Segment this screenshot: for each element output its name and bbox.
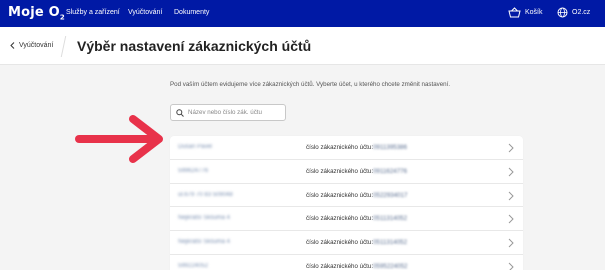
account-number-label: číslo zákaznického účtu:0511314052 <box>306 239 407 246</box>
chevron-right-icon <box>508 143 514 153</box>
search-box[interactable] <box>170 104 286 121</box>
chevron-right-icon <box>508 167 514 177</box>
account-number: 0522934017 <box>373 191 408 199</box>
account-row[interactable]: Nejkratší Skšuma 4 číslo zákaznického úč… <box>170 231 523 255</box>
account-prefix: číslo zákaznického účtu: <box>306 239 374 247</box>
account-prefix: číslo zákaznického účtu: <box>306 167 374 175</box>
account-row[interactable]: 599624776 číslo zákaznického účtu:091162… <box>170 160 523 184</box>
account-name: Dušan Pavel <box>178 144 213 150</box>
search-input[interactable] <box>188 109 284 116</box>
account-row[interactable]: 599224052 číslo zákaznického účtu:059522… <box>170 255 523 270</box>
chevron-right-icon <box>508 191 514 200</box>
nav-link-services[interactable]: Služby a zařízení <box>66 9 120 16</box>
logo-subscript: 2 <box>59 13 65 22</box>
intro-text: Pod vaším účtem evidujeme více zákaznick… <box>170 81 451 88</box>
chevron-right-icon <box>508 238 514 248</box>
account-number-label: číslo zákaznického účtu:0522934017 <box>306 192 408 199</box>
globe-icon <box>557 7 568 18</box>
nav-link-billing[interactable]: Vyúčtování <box>128 9 162 16</box>
account-prefix: číslo zákaznického účtu: <box>306 262 374 270</box>
account-name: 599224052 <box>178 262 209 269</box>
search-icon <box>176 108 184 117</box>
account-number: 0511314052 <box>373 215 408 223</box>
account-number-label: číslo zákaznického účtu:0911395386 <box>306 144 407 151</box>
account-number-label: číslo zákaznického účtu:0511314052 <box>306 215 407 222</box>
account-prefix: číslo zákaznického účtu: <box>306 191 374 199</box>
account-list: Dušan Pavel číslo zákaznického účtu:0911… <box>170 136 523 270</box>
logo-text: Moje O <box>8 5 60 20</box>
cart-link[interactable]: Košík <box>508 7 543 18</box>
back-label: Vyúčtování <box>19 42 54 49</box>
account-number: 0911395386 <box>373 144 408 151</box>
account-name: 599624776 <box>178 167 209 174</box>
page-header: Vyúčtování Výběr nastavení zákaznických … <box>0 27 605 65</box>
cart-label: Košík <box>525 9 543 16</box>
back-link[interactable]: Vyúčtování <box>10 42 53 49</box>
page-title: Výběr nastavení zákaznických účtů <box>77 38 312 54</box>
annotation-arrow-icon <box>75 115 163 163</box>
chevron-left-icon <box>10 42 15 49</box>
account-row[interactable]: Dušan Pavel číslo zákaznického účtu:0911… <box>170 136 523 160</box>
moje-o2-logo[interactable]: Moje O2 <box>8 5 65 22</box>
account-number-label: číslo zákaznického účtu:0911624776 <box>306 168 407 175</box>
account-prefix: číslo zákaznického účtu: <box>306 144 374 151</box>
account-row[interactable]: ul.679 70 83 509048 číslo zákaznického ú… <box>170 184 523 208</box>
header-divider <box>60 36 67 57</box>
nav-link-documents[interactable]: Dokumenty <box>174 9 209 16</box>
o2-site-label: O2.cz <box>572 9 591 16</box>
account-prefix: číslo zákaznického účtu: <box>306 215 374 223</box>
account-name: Nejkratší Skšuma 4 <box>178 239 231 246</box>
account-number: 0595224052 <box>373 262 408 270</box>
account-number: 0911624776 <box>373 167 408 175</box>
account-name: Nejkratší Skšuma 4 <box>178 215 231 222</box>
chevron-right-icon <box>508 215 514 224</box>
basket-icon <box>508 7 521 18</box>
account-number: 0511314052 <box>373 239 408 247</box>
o2-site-link[interactable]: O2.cz <box>557 7 590 18</box>
account-name: ul.679 70 83 509048 <box>178 191 233 198</box>
chevron-right-icon <box>508 262 514 270</box>
top-navigation: Moje O2 Služby a zařízení Vyúčtování Dok… <box>0 0 605 27</box>
account-number-label: číslo zákaznického účtu:0595224052 <box>306 263 408 270</box>
account-row[interactable]: Nejkratší Skšuma 4 číslo zákaznického úč… <box>170 207 523 232</box>
